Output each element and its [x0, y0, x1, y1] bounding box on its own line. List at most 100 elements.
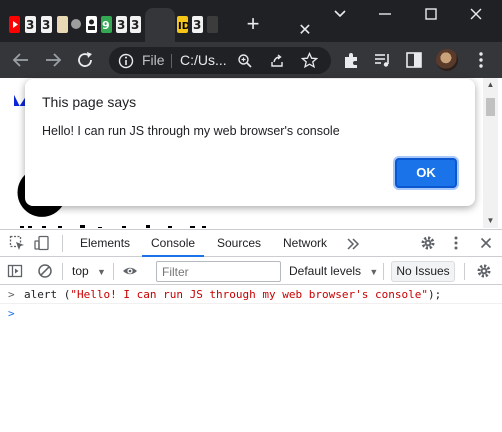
command-string: "Hello! I can run JS through my web brow…	[70, 288, 428, 301]
command-end: );	[427, 288, 442, 301]
page-text-fragment	[18, 220, 208, 228]
browser-toolbar: File C:/Us...	[0, 42, 502, 78]
minimize-icon[interactable]	[375, 6, 395, 22]
log-levels-dropdown[interactable]: Default levels ▼	[289, 258, 378, 285]
tab-8[interactable]: 3	[130, 16, 141, 33]
scroll-thumb[interactable]	[486, 98, 495, 116]
tab-11[interactable]	[207, 16, 218, 33]
command-function: alert (	[24, 288, 71, 301]
tab-5[interactable]	[86, 16, 97, 33]
svg-text:3: 3	[193, 18, 201, 32]
side-panel-icon[interactable]	[403, 50, 425, 70]
dropdown-arrow-icon: ▼	[369, 267, 379, 277]
site-icon: 3	[42, 18, 50, 32]
scroll-down-icon[interactable]: ▼	[486, 217, 495, 225]
close-window-icon[interactable]	[466, 6, 486, 22]
tab-sources[interactable]: Sources	[217, 230, 261, 257]
toolbar-divider	[113, 263, 114, 280]
tab-6[interactable]: 9	[101, 16, 112, 33]
issues-button[interactable]: No Issues	[391, 261, 455, 282]
devtools-tab-bar: Elements Console Sources Network	[0, 229, 502, 257]
menu-kebab-icon[interactable]	[470, 50, 492, 70]
address-divider	[171, 54, 172, 68]
more-options-icon[interactable]	[448, 235, 464, 251]
double-chevron-right-icon[interactable]	[345, 236, 361, 252]
site-icon: ID	[178, 21, 190, 32]
svg-text:3: 3	[117, 18, 125, 32]
tab-youtube[interactable]	[9, 16, 20, 33]
console-command: alert ("Hello! I can run JS through my w…	[24, 285, 441, 304]
page-scrollbar[interactable]: ▲ ▼	[483, 78, 498, 228]
close-devtools-icon[interactable]	[478, 235, 494, 251]
tab-network[interactable]: Network	[283, 230, 327, 257]
console-output[interactable]: > alert ("Hello! I can run JS through my…	[0, 285, 502, 432]
context-selector[interactable]: top ▼	[72, 258, 106, 285]
eye-icon[interactable]	[122, 263, 138, 279]
bookmark-star-icon[interactable]	[301, 52, 318, 69]
site-icon: 3	[26, 18, 34, 32]
chevron-right-icon: >	[8, 288, 15, 301]
tab-2[interactable]: 3	[41, 16, 52, 33]
svg-text:9: 9	[102, 19, 110, 32]
extensions-icon[interactable]	[340, 50, 362, 70]
person-icon	[88, 19, 95, 30]
share-icon[interactable]	[269, 53, 285, 69]
console-entry: > alert ("Hello! I can run JS through my…	[0, 285, 502, 304]
console-settings-icon[interactable]	[476, 263, 492, 279]
log-levels-label: Default levels	[289, 264, 362, 278]
chevron-down-icon[interactable]	[330, 6, 350, 22]
device-toolbar-icon[interactable]	[34, 235, 50, 251]
tab-9[interactable]: ID	[177, 16, 190, 33]
console-toolbar: top ▼ Default levels ▼ No Issues	[0, 258, 502, 285]
protocol-label: File	[142, 52, 165, 68]
active-tab[interactable]: ✕	[145, 8, 312, 42]
inspect-element-icon[interactable]	[9, 235, 25, 251]
youtube-icon	[13, 21, 18, 28]
dropdown-arrow-icon: ▼	[97, 267, 106, 277]
tab-strip: 3 3 9 3 3 ✕ ID 3 +	[0, 0, 502, 42]
tab-7[interactable]: 3	[116, 16, 127, 33]
site-icon: 3	[117, 18, 125, 32]
url-text[interactable]: C:/Us...	[180, 47, 227, 74]
zoom-icon[interactable]	[237, 53, 253, 69]
toolbar-divider	[464, 263, 465, 280]
toolbar-divider	[62, 235, 63, 252]
reload-icon[interactable]	[75, 50, 97, 70]
svg-text:3: 3	[131, 18, 139, 32]
svg-text:ID: ID	[178, 21, 188, 32]
context-label: top	[72, 264, 89, 278]
site-icon: 3	[131, 18, 139, 32]
site-icon: 9	[102, 19, 110, 32]
tab-1[interactable]: 3	[25, 16, 36, 33]
tab-3[interactable]	[57, 16, 68, 33]
dialog-message: Hello! I can run JS through my web brows…	[42, 124, 340, 138]
toolbar-divider	[62, 263, 63, 280]
forward-icon[interactable]	[42, 50, 64, 70]
profile-avatar[interactable]	[436, 49, 458, 71]
tab-10[interactable]: 3	[192, 16, 203, 33]
svg-text:3: 3	[26, 18, 34, 32]
filter-input[interactable]	[156, 261, 281, 282]
ok-button[interactable]: OK	[395, 158, 457, 188]
svg-text:3: 3	[42, 18, 50, 32]
media-control-icon[interactable]	[372, 50, 394, 70]
console-sidebar-icon[interactable]	[7, 263, 23, 279]
prompt-chevron-icon: >	[8, 307, 15, 320]
maximize-icon[interactable]	[421, 6, 441, 22]
clear-console-icon[interactable]	[37, 263, 53, 279]
site-icon: 3	[193, 18, 201, 32]
toolbar-divider	[383, 263, 384, 280]
tab-elements[interactable]: Elements	[80, 230, 130, 257]
console-prompt[interactable]: >	[0, 304, 502, 323]
close-tab-icon[interactable]: ✕	[297, 21, 313, 41]
alert-dialog: This page says Hello! I can run JS throu…	[25, 79, 475, 206]
dialog-title: This page says	[42, 94, 137, 110]
back-icon[interactable]	[10, 50, 32, 70]
address-bar[interactable]: File C:/Us...	[109, 47, 331, 74]
scroll-up-icon[interactable]: ▲	[486, 81, 495, 89]
tab-console[interactable]: Console	[142, 230, 205, 257]
new-tab-button[interactable]: +	[242, 13, 264, 35]
info-icon[interactable]	[118, 53, 134, 69]
settings-gear-icon[interactable]	[420, 235, 436, 251]
tab-4[interactable]	[71, 19, 81, 29]
